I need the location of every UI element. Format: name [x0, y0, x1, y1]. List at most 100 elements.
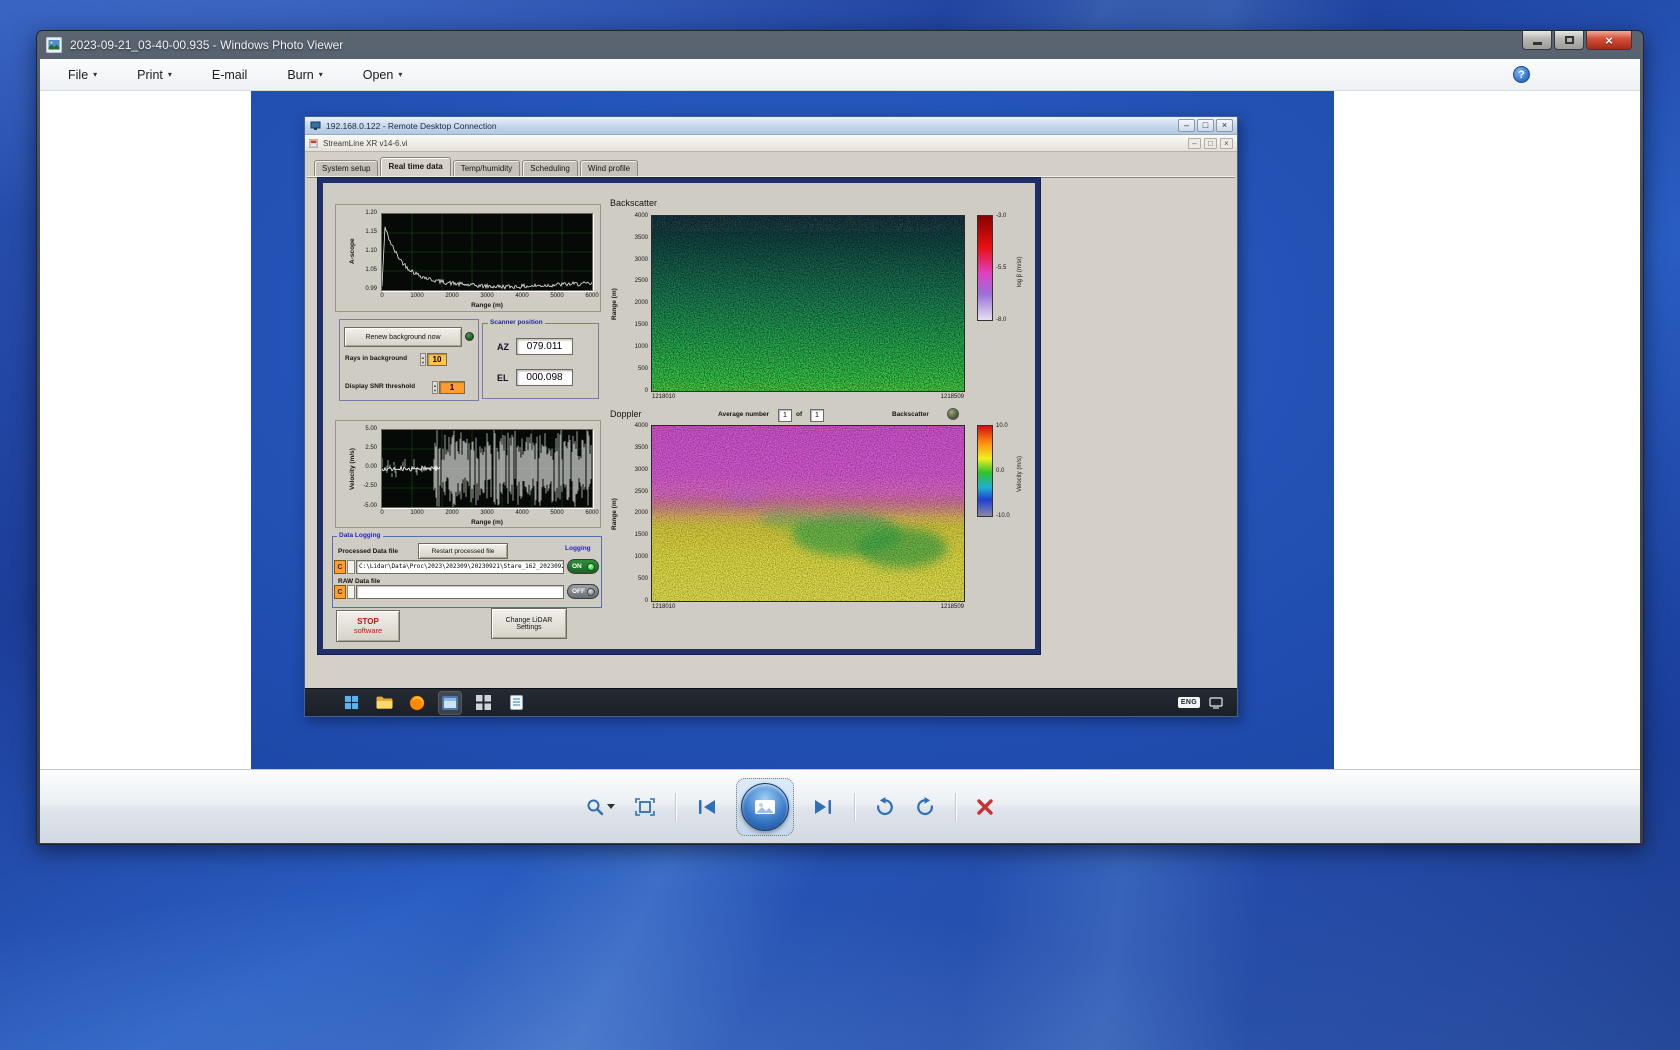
streamline-title: StreamLine XR v14-6.vi: [323, 139, 407, 148]
firefox-icon: [409, 695, 425, 711]
az-display[interactable]: 079.011: [516, 338, 573, 355]
doppler-heatmap: [651, 425, 965, 602]
menu-file[interactable]: File▾: [60, 63, 105, 87]
path-browse-button[interactable]: [347, 560, 355, 574]
display-icon[interactable]: [1209, 697, 1223, 709]
menu-email[interactable]: E-mail: [204, 63, 255, 87]
photo-image[interactable]: 192.168.0.122 - Remote Desktop Connectio…: [251, 91, 1334, 769]
raw-logging-toggle[interactable]: OFF: [567, 584, 599, 599]
rotate-cw-button[interactable]: [909, 793, 941, 821]
toggle-led-icon: [587, 588, 595, 596]
backscatter-ytick: 2500: [620, 278, 648, 285]
drive-icon: C: [334, 585, 346, 599]
language-indicator[interactable]: ENG: [1178, 697, 1200, 708]
el-display[interactable]: 000.098: [516, 369, 573, 386]
streamline-window: StreamLine XR v14-6.vi – □ × System setu…: [305, 135, 1237, 688]
viewer-toolbar: [40, 769, 1640, 843]
ascope-ytick: 1.05: [353, 267, 377, 274]
snr-spinner[interactable]: ▲▼: [432, 381, 438, 394]
play-slideshow-button[interactable]: [741, 783, 789, 831]
processed-file-label: Processed Data file: [338, 548, 398, 555]
backscatter-cbar-tick: -8.0: [996, 317, 1016, 324]
change-lidar-settings-button[interactable]: Change LiDAR Settings: [491, 608, 567, 639]
doppler-ytick: 2000: [620, 510, 648, 517]
menu-print[interactable]: Print▾: [129, 63, 180, 87]
zoom-button[interactable]: [580, 794, 621, 820]
tab-system-setup[interactable]: System setup: [314, 160, 378, 176]
menu-burn-label: Burn: [287, 68, 313, 82]
velocity-xtick: 1000: [405, 510, 429, 517]
display-mode-label: Backscatter: [892, 411, 929, 418]
velocity-xtick: 3000: [475, 510, 499, 517]
rotate-ccw-icon: [875, 797, 895, 817]
velocity-ytick: 5.00: [351, 426, 377, 433]
average-number-field[interactable]: 1: [778, 409, 792, 422]
previous-button[interactable]: [690, 794, 724, 820]
doppler-xend: 1218509: [884, 604, 964, 611]
velocity-xlabel: Range (m): [437, 519, 537, 526]
tab-bar: System setup Real time data Temp/humidit…: [314, 157, 640, 176]
file-explorer-button[interactable]: [372, 691, 396, 715]
start-icon: [344, 695, 359, 710]
start-button[interactable]: [339, 691, 363, 715]
folder-icon: [376, 696, 393, 710]
active-app-button[interactable]: [438, 691, 462, 715]
minimize-button[interactable]: [1522, 31, 1552, 50]
taskbar-icons: [339, 691, 528, 715]
firefox-button[interactable]: [405, 691, 429, 715]
path-browse-button[interactable]: [347, 585, 355, 599]
processed-path-field[interactable]: C:\Lidar\Data\Proc\2023\202309\20230921\…: [356, 560, 564, 574]
close-icon: ×: [1220, 138, 1233, 149]
rays-value-field[interactable]: 10: [427, 353, 447, 366]
document-icon: [510, 695, 523, 710]
ascope-xtick: 2000: [440, 293, 464, 300]
stop-software-button[interactable]: STOP software: [336, 610, 400, 642]
tab-scheduling[interactable]: Scheduling: [522, 160, 578, 176]
tab-temp-humidity[interactable]: Temp/humidity: [453, 160, 521, 176]
ascope-xlabel: Range (m): [437, 302, 537, 309]
delete-button[interactable]: [970, 794, 1000, 820]
next-button[interactable]: [806, 794, 840, 820]
tab-real-time-data[interactable]: Real time data: [380, 157, 450, 176]
menu-burn[interactable]: Burn▾: [279, 63, 330, 87]
tab-wind-profile[interactable]: Wind profile: [580, 160, 638, 176]
restart-processed-file-button[interactable]: Restart processed file: [418, 543, 508, 559]
rays-spinner[interactable]: ▲▼: [420, 353, 426, 366]
raw-path-field[interactable]: [356, 585, 564, 599]
toggle-led-icon: [587, 563, 595, 571]
toolbar-divider: [955, 793, 956, 821]
doppler-cbar-tick: -10.0: [996, 513, 1018, 520]
close-icon: ×: [1605, 34, 1613, 47]
renew-background-button[interactable]: Renew background now: [344, 327, 462, 347]
raw-file-label: RAW Data file: [338, 578, 380, 585]
actual-size-button[interactable]: [629, 794, 661, 820]
play-focus-ring: [736, 778, 794, 836]
next-icon: [812, 798, 834, 816]
maximize-button[interactable]: [1554, 31, 1584, 50]
close-button[interactable]: ×: [1586, 31, 1632, 50]
doppler-ytick: 3500: [620, 445, 648, 452]
doppler-ytick: 500: [620, 576, 648, 583]
photo-viewer-titlebar[interactable]: 2023-09-21_03-40-00.935 - Windows Photo …: [40, 31, 1640, 59]
notes-app-button[interactable]: [504, 691, 528, 715]
backscatter-ytick: 4000: [620, 213, 648, 220]
rotate-ccw-button[interactable]: [869, 793, 901, 821]
snr-value-field[interactable]: 1: [439, 381, 465, 394]
velocity-xtick: 6000: [580, 510, 604, 517]
grid-app-button[interactable]: [471, 691, 495, 715]
menu-open[interactable]: Open▾: [355, 63, 411, 87]
ascope-xtick: 3000: [475, 293, 499, 300]
scanner-position-title: Scanner position: [488, 319, 545, 327]
processed-logging-toggle[interactable]: ON: [567, 559, 599, 574]
of-count-field[interactable]: 1: [810, 409, 824, 422]
help-button[interactable]: ?: [1513, 66, 1530, 83]
main-panel: A-scope 1.20 1.15 1.10 1.05 0.99: [317, 177, 1041, 655]
velocity-ytick: 2.50: [351, 445, 377, 452]
velocity-ytick: 0.00: [351, 464, 377, 471]
display-mode-led-icon[interactable]: [947, 408, 959, 420]
streamline-titlebar: StreamLine XR v14-6.vi – □ ×: [305, 135, 1237, 152]
rotate-cw-icon: [915, 797, 935, 817]
chevron-down-icon: ▾: [93, 70, 97, 79]
search-icon: [586, 798, 604, 816]
ascope-ytick: 0.99: [353, 286, 377, 293]
